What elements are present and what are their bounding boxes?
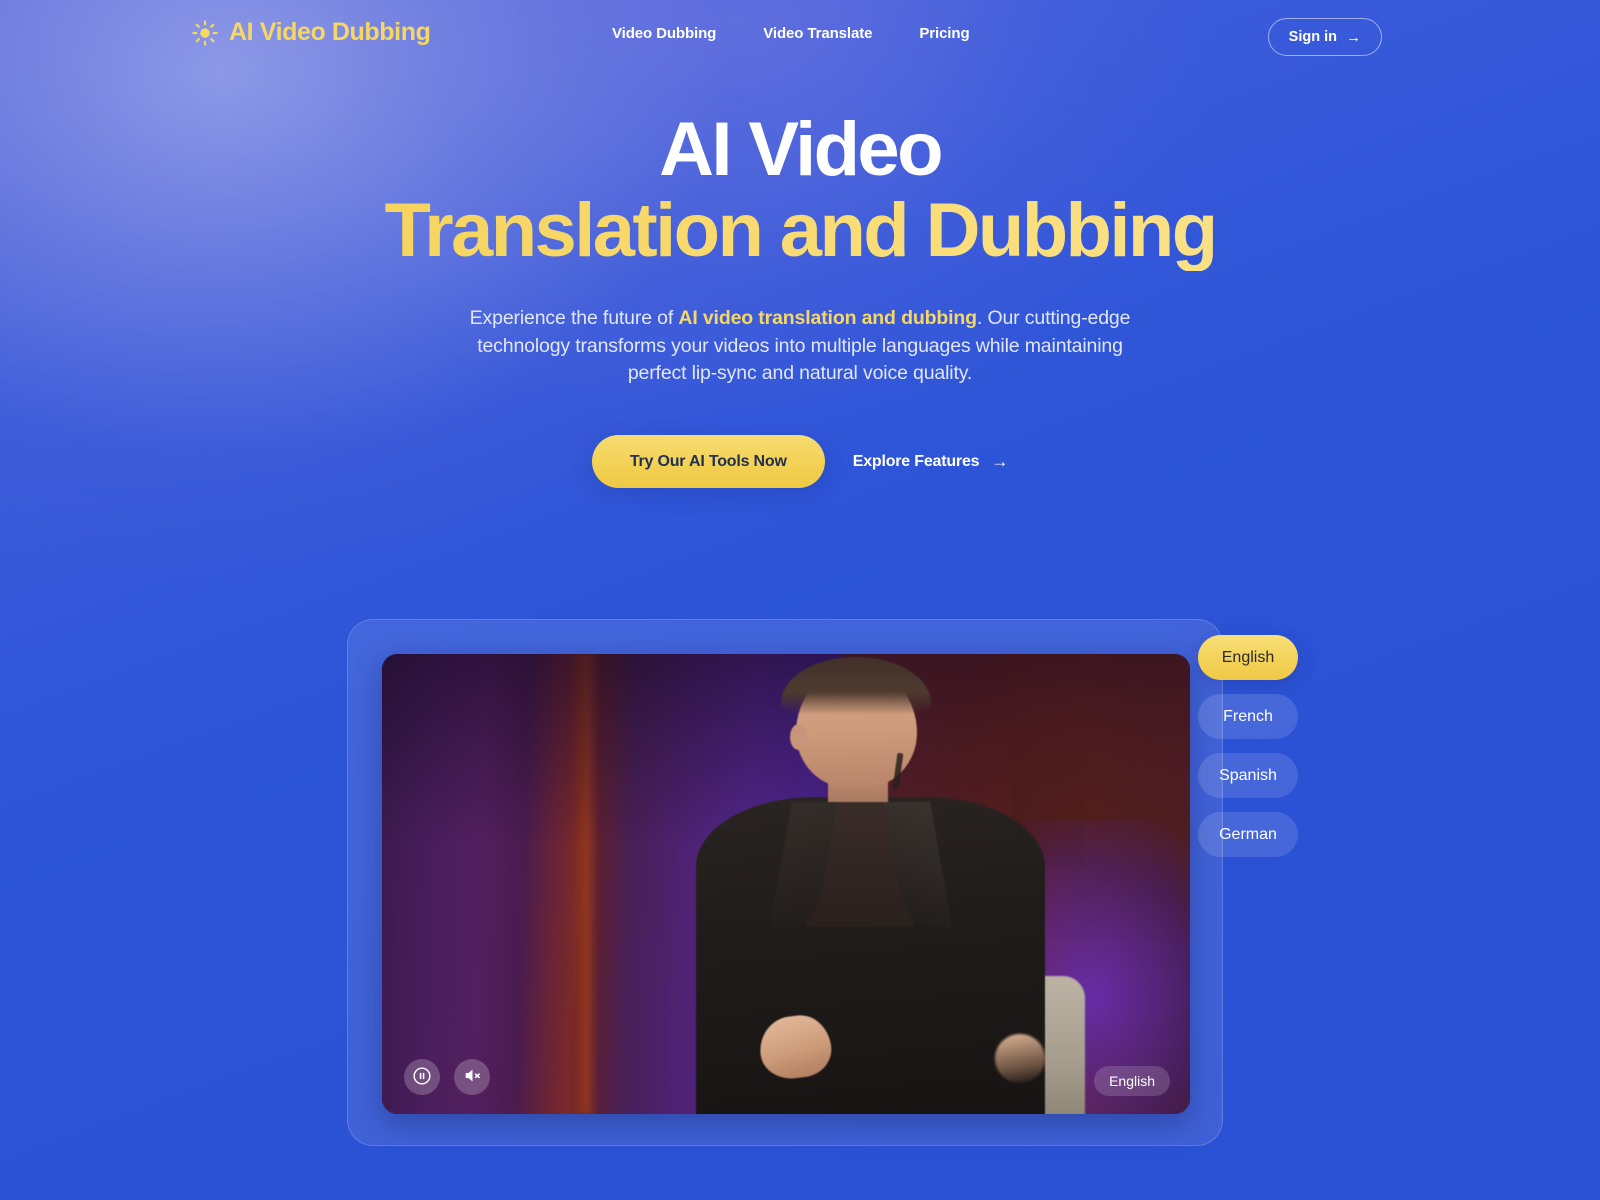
language-option-english[interactable]: English bbox=[1198, 635, 1298, 680]
cta-row: Try Our AI Tools Now Explore Features → bbox=[0, 435, 1600, 489]
arrow-right-icon: → bbox=[1346, 28, 1361, 46]
language-selector: English French Spanish German bbox=[1198, 635, 1298, 857]
explore-features-button[interactable]: Explore Features → bbox=[852, 452, 1009, 472]
language-option-french[interactable]: French bbox=[1198, 694, 1298, 739]
video-player[interactable]: English bbox=[382, 654, 1190, 1114]
hero-section: AI Video Translation and Dubbing Experie… bbox=[0, 107, 1600, 489]
nav-link-video-translate[interactable]: Video Translate bbox=[763, 25, 872, 42]
language-option-spanish[interactable]: Spanish bbox=[1198, 753, 1298, 798]
video-controls bbox=[404, 1059, 490, 1095]
hero-subtitle-before: Experience the future of bbox=[469, 307, 679, 330]
video-language-badge: English bbox=[1094, 1066, 1170, 1096]
speaker-muted-icon bbox=[462, 1065, 483, 1089]
main-nav: Video Dubbing Video Translate Pricing bbox=[612, 25, 970, 42]
page-title: AI Video Translation and Dubbing bbox=[0, 107, 1600, 272]
nav-link-pricing[interactable]: Pricing bbox=[919, 25, 969, 42]
arrow-right-icon: → bbox=[991, 452, 1009, 472]
pause-button[interactable] bbox=[404, 1059, 440, 1095]
video-still-image bbox=[382, 654, 1190, 1114]
pause-icon bbox=[412, 1066, 432, 1089]
sign-in-button[interactable]: Sign in → bbox=[1267, 18, 1382, 56]
page-title-line-2: Translation and Dubbing bbox=[0, 190, 1600, 272]
try-ai-tools-button[interactable]: Try Our AI Tools Now bbox=[591, 435, 825, 489]
brand-name: AI Video Dubbing bbox=[229, 18, 431, 46]
brand-logo[interactable]: AI Video Dubbing bbox=[192, 18, 431, 47]
hero-subtitle: Experience the future of AI video transl… bbox=[465, 305, 1135, 388]
mute-toggle-button[interactable] bbox=[454, 1059, 490, 1095]
explore-features-label: Explore Features bbox=[852, 452, 980, 470]
nav-link-video-dubbing[interactable]: Video Dubbing bbox=[612, 25, 716, 42]
video-player-shell: English bbox=[347, 619, 1223, 1146]
site-header: AI Video Dubbing Video Dubbing Video Tra… bbox=[0, 0, 1600, 74]
sign-in-label: Sign in bbox=[1288, 29, 1337, 45]
hero-subtitle-highlight: AI video translation and dubbing bbox=[678, 307, 977, 330]
page-title-line-1: AI Video bbox=[659, 107, 943, 192]
language-option-german[interactable]: German bbox=[1198, 812, 1298, 857]
landing-page: AI Video Dubbing Video Dubbing Video Tra… bbox=[0, 0, 1600, 1200]
sun-icon bbox=[192, 19, 218, 46]
